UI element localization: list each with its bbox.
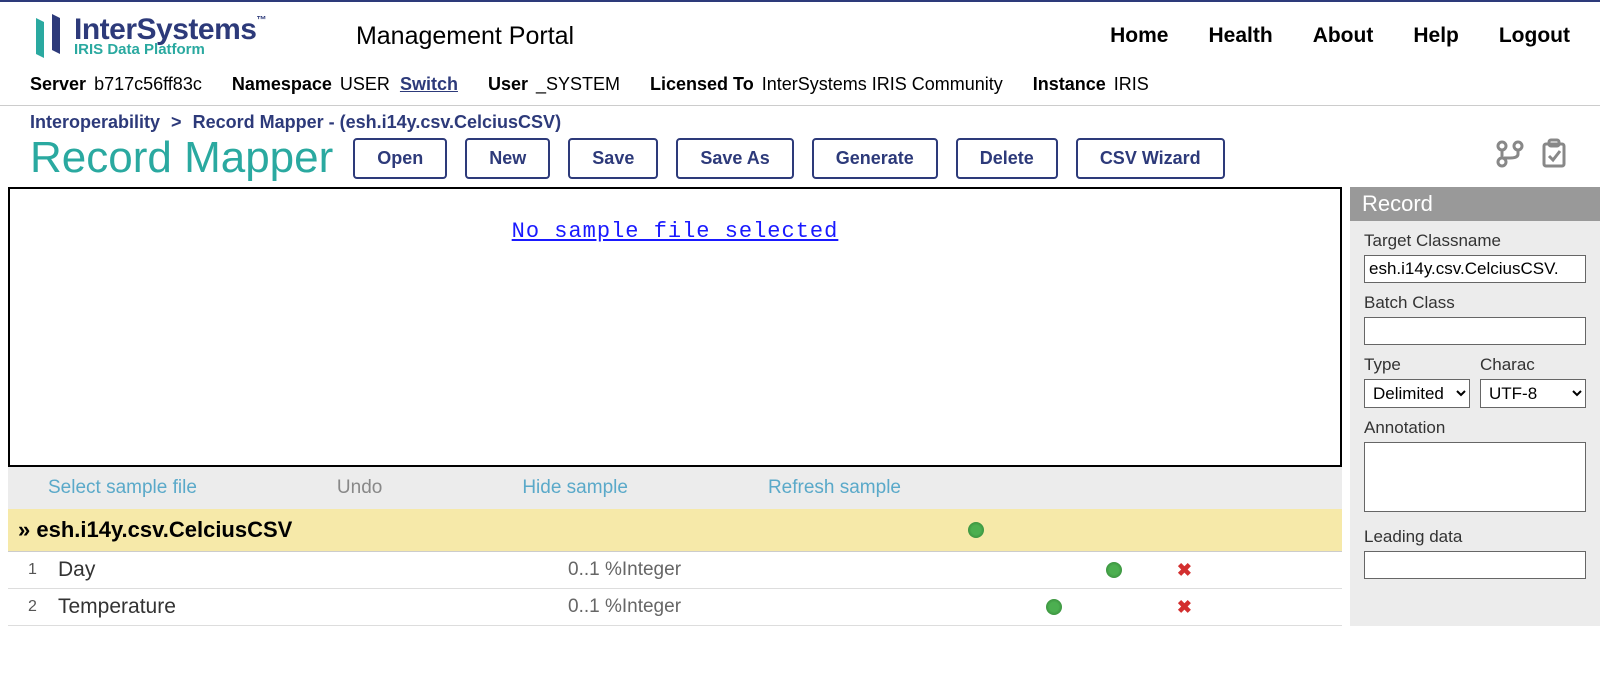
record-name: » esh.i14y.csv.CelciusCSV [18, 517, 292, 543]
logo-tm: ™ [256, 15, 266, 26]
undo[interactable]: Undo [337, 477, 382, 499]
field-name: Temperature [58, 595, 568, 619]
nav-home[interactable]: Home [1110, 24, 1168, 48]
namespace-label: Namespace [232, 74, 332, 94]
add-field-icon[interactable] [968, 522, 984, 538]
save-as-button[interactable]: Save As [676, 138, 793, 179]
generate-button[interactable]: Generate [812, 138, 938, 179]
switch-link[interactable]: Switch [400, 74, 458, 94]
intersystems-logo-icon [30, 10, 66, 62]
server-value: b717c56ff83c [94, 74, 202, 94]
refresh-sample[interactable]: Refresh sample [768, 477, 901, 499]
delete-icon[interactable]: ✖ [1177, 560, 1192, 581]
instance-label: Instance [1033, 74, 1106, 94]
user-label: User [488, 74, 528, 94]
charset-label: Charac [1480, 355, 1586, 375]
licensed-value: InterSystems IRIS Community [762, 74, 1003, 94]
field-index: 2 [28, 598, 58, 616]
delete-button[interactable]: Delete [956, 138, 1058, 179]
instance-value: IRIS [1114, 74, 1149, 94]
batch-class-label: Batch Class [1364, 293, 1586, 313]
breadcrumb-suffix: - (esh.i14y.csv.CelciusCSV) [329, 112, 561, 132]
sample-file-box: No sample file selected [8, 187, 1342, 467]
main-column: No sample file selected Select sample fi… [8, 187, 1342, 626]
user-value: _SYSTEM [536, 74, 620, 94]
button-row: Open New Save Save As Generate Delete CS… [353, 138, 1570, 179]
field-type: 0..1 %Integer [568, 559, 1106, 581]
hide-sample[interactable]: Hide sample [522, 477, 628, 499]
header-bar: InterSystems™ IRIS Data Platform Managem… [0, 0, 1600, 64]
licensed-label: Licensed To [650, 74, 754, 94]
field-index: 1 [28, 561, 58, 579]
breadcrumb-record-mapper[interactable]: Record Mapper [193, 112, 324, 132]
field-row[interactable]: 2 Temperature 0..1 %Integer ✖ [8, 589, 1342, 626]
workspace: No sample file selected Select sample fi… [0, 187, 1600, 626]
top-nav: Home Health About Help Logout [1110, 24, 1570, 48]
sample-toolbar: Select sample file Undo Hide sample Refr… [8, 467, 1342, 509]
info-bar: Serverb717c56ff83c NamespaceUSER Switch … [0, 64, 1600, 106]
namespace-value: USER [340, 74, 390, 94]
select-sample-file[interactable]: Select sample file [48, 477, 197, 499]
annotation-textarea[interactable] [1364, 442, 1586, 512]
charset-select[interactable]: UTF-8 [1480, 379, 1586, 408]
record-panel: Record Target Classname Batch Class Type… [1350, 187, 1600, 626]
field-type: 0..1 %Integer [568, 596, 1106, 618]
nav-about[interactable]: About [1313, 24, 1374, 48]
clipboard-check-icon[interactable] [1538, 138, 1570, 170]
logo-sub: IRIS Data Platform [74, 43, 266, 57]
new-button[interactable]: New [465, 138, 550, 179]
nav-health[interactable]: Health [1209, 24, 1273, 48]
breadcrumb: Interoperability > Record Mapper - (esh.… [0, 106, 1600, 133]
target-classname-label: Target Classname [1364, 231, 1586, 251]
panel-header: Record [1350, 187, 1600, 221]
breadcrumb-interoperability[interactable]: Interoperability [30, 112, 160, 132]
open-button[interactable]: Open [353, 138, 447, 179]
type-label: Type [1364, 355, 1470, 375]
add-icon[interactable] [1106, 562, 1122, 578]
csv-wizard-button[interactable]: CSV Wizard [1076, 138, 1225, 179]
page-title: Record Mapper [30, 133, 333, 183]
record-map-header[interactable]: » esh.i14y.csv.CelciusCSV [8, 509, 1342, 552]
leading-data-input[interactable] [1364, 551, 1586, 579]
nav-help[interactable]: Help [1413, 24, 1459, 48]
leading-data-label: Leading data [1364, 527, 1586, 547]
target-classname-input[interactable] [1364, 255, 1586, 283]
delete-icon[interactable]: ✖ [1177, 597, 1192, 618]
nav-logout[interactable]: Logout [1499, 24, 1570, 48]
portal-title: Management Portal [356, 22, 574, 51]
page-head: Record Mapper Open New Save Save As Gene… [0, 133, 1600, 187]
add-icon[interactable] [1046, 599, 1062, 615]
field-name: Day [58, 558, 568, 582]
annotation-label: Annotation [1364, 418, 1586, 438]
batch-class-input[interactable] [1364, 317, 1586, 345]
no-sample-file-link[interactable]: No sample file selected [512, 219, 839, 465]
type-select[interactable]: Delimited [1364, 379, 1470, 408]
server-label: Server [30, 74, 86, 94]
save-button[interactable]: Save [568, 138, 658, 179]
breadcrumb-sep: > [171, 112, 182, 132]
field-row[interactable]: 1 Day 0..1 %Integer ✖ [8, 552, 1342, 589]
logo[interactable]: InterSystems™ IRIS Data Platform [30, 10, 266, 62]
logo-text: InterSystems™ IRIS Data Platform [74, 16, 266, 57]
branch-icon[interactable] [1494, 138, 1526, 170]
